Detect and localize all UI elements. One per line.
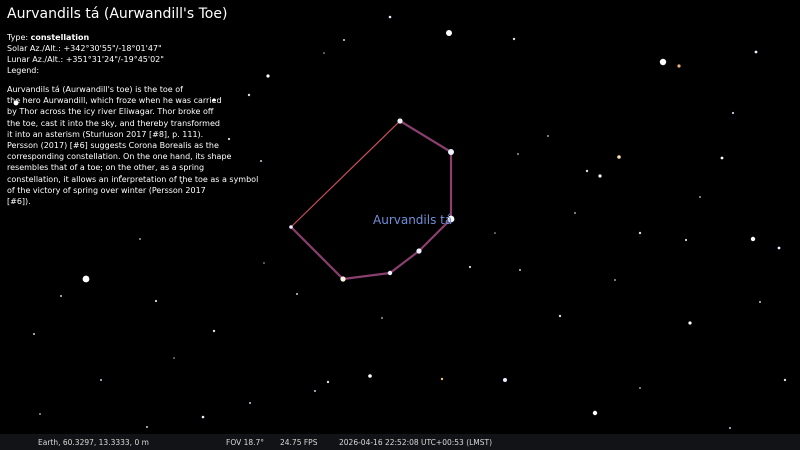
fov-readout: FOV 18.7° — [226, 438, 265, 447]
solar-value: +342°30'55"/-18°01'47" — [63, 44, 162, 53]
sky-view[interactable]: Aurvandils tá Aurvandils tá (Aurwandill'… — [0, 0, 800, 450]
description-line: constellation, it allows an interpretati… — [7, 174, 259, 184]
description-line: the hero Aurwandill, which froze when he… — [7, 96, 222, 106]
fps-readout: 24.75 FPS — [280, 438, 318, 447]
description-line: of the victory of spring over winter (Pe… — [7, 185, 206, 195]
lunar-label: Lunar Az./Alt.: — [7, 55, 64, 64]
datetime-readout[interactable]: 2026-04-16 22:52:08 UTC+00:53 (LMST) — [339, 438, 492, 447]
legend-label: Legend: — [7, 66, 40, 75]
location-readout[interactable]: Earth, 60.3297, 13.3333, 0 m — [38, 438, 149, 447]
constellation-lines — [290, 120, 453, 281]
solar-position-row: Solar Az./Alt.: +342°30'55"/-18°01'47" — [7, 43, 162, 54]
description-line: corresponding constellation. On the one … — [7, 152, 232, 162]
lunar-position-row: Lunar Az./Alt.: +351°31'24"/-19°45'02" — [7, 54, 164, 65]
lunar-value: +351°31'24"/-19°45'02" — [65, 55, 164, 64]
type-value: constellation — [30, 33, 90, 42]
constellation-stars[interactable] — [289, 118, 455, 282]
background-stars — [13, 15, 787, 440]
description-line: [#6]). — [7, 197, 31, 207]
description-line: it into an asterism (Sturluson 2017 [#8]… — [7, 129, 204, 139]
description-line: the toe, cast it into the sky, and there… — [7, 118, 220, 128]
object-description: Aurvandils tá (Aurwandill's toe) is the … — [7, 84, 267, 207]
description-line: by Thor across the icy river Eliwagar. T… — [7, 107, 214, 117]
constellation-figure[interactable] — [289, 118, 455, 282]
object-title: Aurvandils tá (Aurwandill's Toe) — [7, 6, 228, 22]
description-line: Persson (2017) [#6] suggests Corona Bore… — [7, 141, 219, 151]
selected-constellation-line — [290, 120, 401, 228]
solar-label: Solar Az./Alt.: — [7, 44, 61, 53]
constellation-label[interactable]: Aurvandils tá — [373, 213, 452, 227]
status-bar[interactable]: Earth, 60.3297, 13.3333, 0 m FOV 18.7° 2… — [0, 434, 800, 450]
object-type-row: Type: constellation — [7, 32, 89, 43]
description-line: resembles that of a toe; on the other, a… — [7, 163, 205, 173]
type-label: Type: — [7, 33, 29, 42]
description-line: Aurvandils tá (Aurwandill's toe) is the … — [7, 85, 183, 94]
